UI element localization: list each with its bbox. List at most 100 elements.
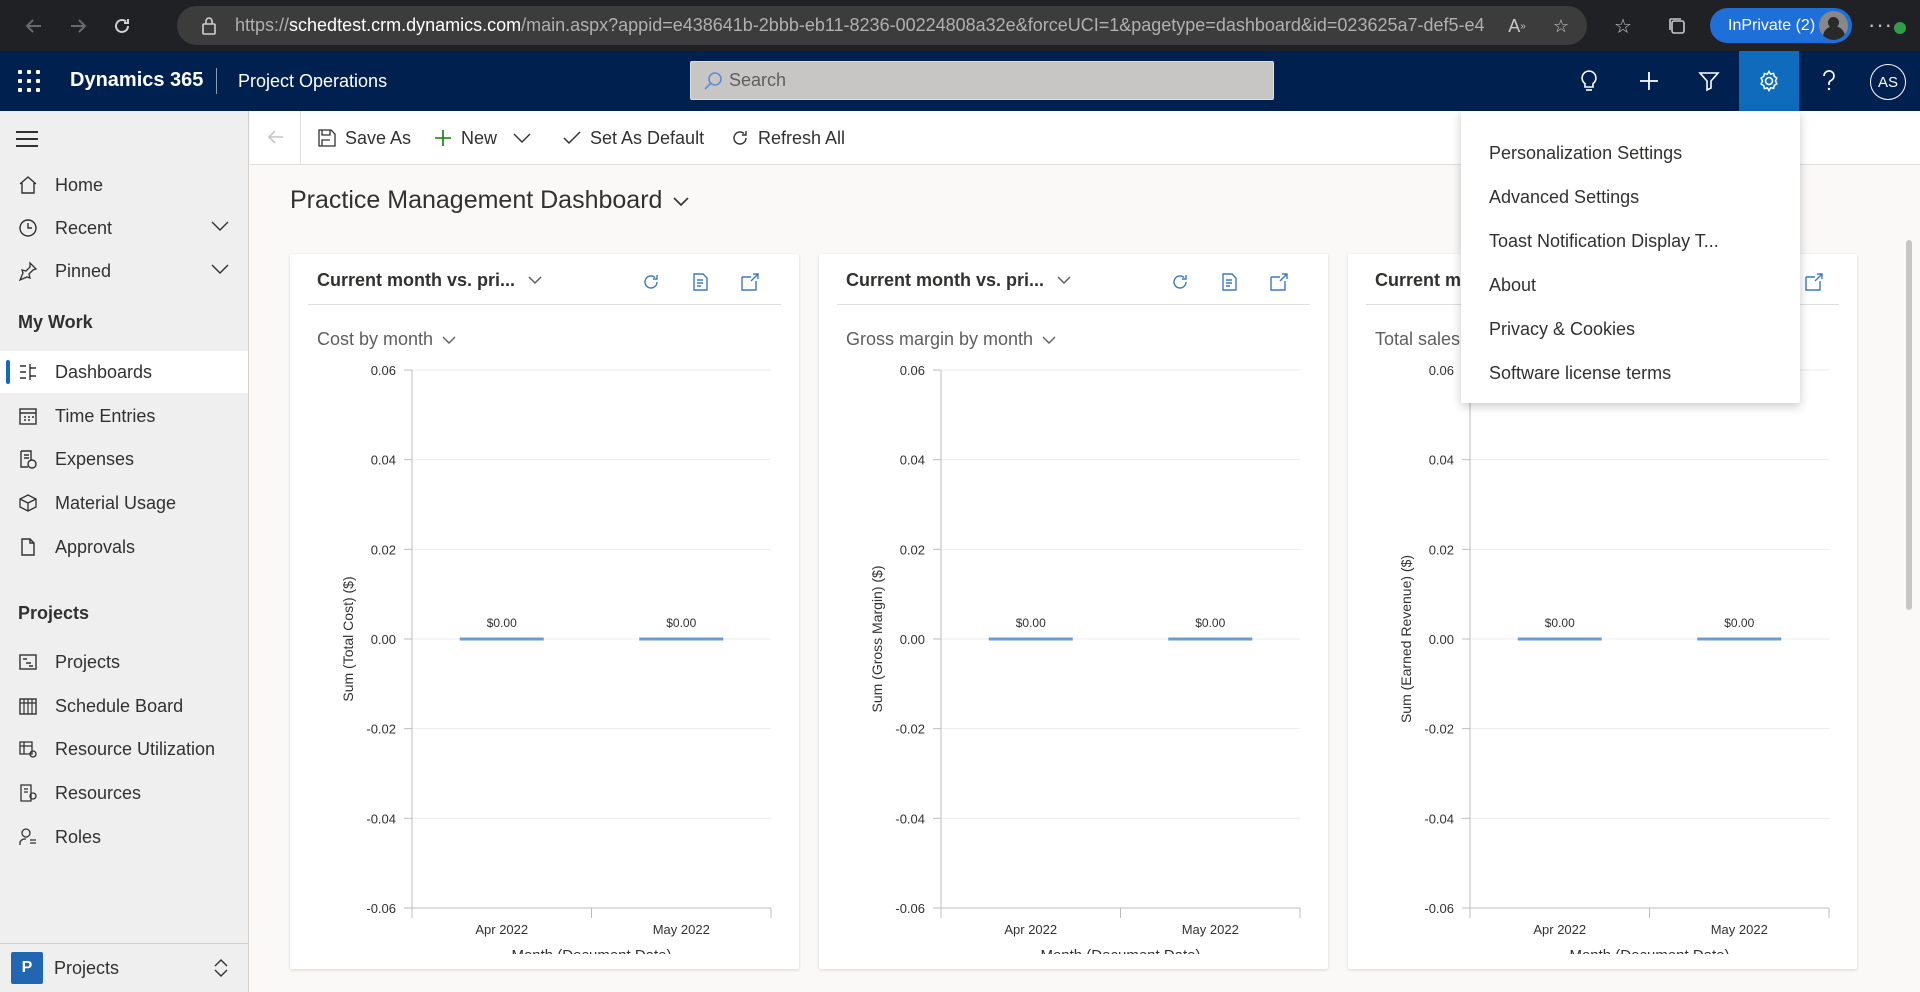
dashboard-icon — [17, 361, 39, 383]
sidebar-item-schedule-board[interactable]: Schedule Board — [0, 685, 248, 727]
y-tick-label: 0.00 — [1429, 632, 1454, 647]
bar[interactable] — [1168, 637, 1253, 641]
chart-card-cost: Current month vs. pri... Cost by month 0.0… — [290, 254, 799, 969]
refresh-icon[interactable] — [1168, 270, 1192, 294]
expand-chart-icon[interactable] — [1267, 270, 1291, 294]
back-arrow-icon[interactable] — [266, 127, 286, 147]
menu-item-software-license[interactable]: Software license terms — [1461, 351, 1800, 395]
hamburger-menu-icon[interactable] — [16, 131, 38, 152]
vertical-scrollbar[interactable] — [1906, 240, 1912, 610]
chart-subtitle: Total sales — [1375, 329, 1461, 349]
browser-toolbar: https://schedtest.crm.dynamics.com/main.… — [0, 0, 1920, 51]
sidebar-item-roles[interactable]: Roles — [0, 816, 248, 858]
y-tick-label: 0.02 — [371, 542, 396, 557]
collections-icon[interactable] — [1664, 13, 1690, 39]
sidebar-item-dashboards[interactable]: Dashboards — [0, 351, 248, 393]
read-aloud-icon[interactable]: A» — [1505, 14, 1529, 38]
y-tick-label: 0.00 — [900, 632, 925, 647]
sidebar-item-label: Expenses — [55, 448, 135, 469]
area-label: Projects — [54, 957, 120, 978]
sidebar-item-label: Material Usage — [55, 492, 177, 513]
help-icon[interactable] — [1799, 51, 1859, 111]
bar[interactable] — [459, 637, 544, 641]
new-label: New — [461, 127, 498, 148]
url-text[interactable]: https://schedtest.crm.dynamics.com/main.… — [235, 15, 1485, 36]
sidebar-item-approvals[interactable]: Approvals — [0, 526, 248, 568]
expenses-icon — [17, 448, 39, 470]
bar[interactable] — [639, 637, 724, 641]
user-avatar[interactable]: AS — [1870, 64, 1906, 100]
gear-icon[interactable] — [1739, 51, 1799, 111]
module-name[interactable]: Project Operations — [238, 71, 387, 92]
save-as-label: Save As — [345, 127, 412, 148]
chart-view-selector[interactable]: Cost by month — [317, 329, 457, 350]
menu-item-advanced-settings[interactable]: Advanced Settings — [1461, 175, 1800, 219]
address-bar[interactable]: https://schedtest.crm.dynamics.com/main.… — [177, 6, 1587, 45]
chevron-down-icon — [528, 276, 542, 285]
app-name[interactable]: Dynamics 365 — [70, 69, 203, 92]
y-tick-label: -0.04 — [895, 811, 925, 826]
save-as-button[interactable]: Save As — [317, 111, 411, 165]
expand-chart-icon[interactable] — [738, 270, 762, 294]
sitemap-sidebar: Home Recent Pinned My Work Dashboards Ti… — [0, 111, 249, 992]
area-tile: P — [11, 952, 43, 984]
view-records-icon[interactable] — [1218, 270, 1242, 294]
new-button[interactable]: New — [433, 111, 497, 165]
dashboard-selector[interactable]: Practice Management Dashboard — [290, 186, 690, 215]
global-search[interactable] — [690, 61, 1274, 100]
inprivate-button[interactable]: InPrivate (2) — [1710, 8, 1852, 43]
sidebar-item-pinned[interactable]: Pinned — [0, 250, 248, 292]
sidebar-item-time-entries[interactable]: Time Entries — [0, 395, 248, 437]
sidebar-item-expenses[interactable]: Expenses — [0, 438, 248, 480]
bar[interactable] — [1697, 637, 1782, 641]
search-input[interactable] — [729, 70, 1249, 91]
chart-header[interactable]: Current month vs. pri... — [317, 254, 543, 306]
lock-icon[interactable] — [201, 16, 217, 35]
add-favorite-icon[interactable]: ☆ — [1549, 14, 1573, 38]
menu-item-about[interactable]: About — [1461, 263, 1800, 307]
chart-view-selector[interactable]: Gross margin by month — [846, 329, 1057, 350]
bar[interactable] — [988, 637, 1073, 641]
new-dropdown-button[interactable] — [512, 111, 540, 165]
card-divider — [837, 304, 1310, 305]
view-records-icon[interactable] — [689, 270, 713, 294]
sidebar-item-projects[interactable]: Projects — [0, 641, 248, 683]
sidebar-item-material-usage[interactable]: Material Usage — [0, 482, 248, 524]
sidebar-item-label: Approvals — [55, 536, 136, 557]
favorites-icon[interactable]: ☆ — [1610, 13, 1636, 39]
bar[interactable] — [1517, 637, 1602, 641]
menu-item-toast-notification[interactable]: Toast Notification Display T... — [1461, 219, 1800, 263]
back-arrow-icon[interactable] — [12, 4, 56, 48]
chevron-down-icon[interactable] — [210, 219, 230, 233]
plus-icon[interactable] — [1619, 51, 1679, 111]
y-tick-label: -0.02 — [366, 722, 396, 737]
y-tick-label: 0.02 — [1429, 542, 1454, 557]
set-as-default-button[interactable]: Set As Default — [562, 111, 704, 165]
sidebar-item-resource-utilization[interactable]: Resource Utilization — [0, 728, 248, 770]
sidebar-item-resources[interactable]: Resources — [0, 772, 248, 814]
chevron-down-icon[interactable] — [210, 262, 230, 276]
refresh-icon[interactable] — [639, 270, 663, 294]
schedule-board-icon — [17, 695, 39, 717]
menu-item-privacy-cookies[interactable]: Privacy & Cookies — [1461, 307, 1800, 351]
app-launcher-icon[interactable] — [18, 70, 40, 92]
expand-chart-icon[interactable] — [1802, 270, 1826, 294]
chart-header[interactable]: Current month vs. pri... — [846, 254, 1072, 306]
chart-subtitle: Cost by month — [317, 329, 434, 349]
forward-arrow-icon[interactable] — [56, 4, 100, 48]
more-options-icon[interactable]: ··· — [1868, 12, 1906, 38]
bar-chart: 0.06 0.04 0.02 0.00 -0.02 -0.04 -0.06 $0.00 Apr … — [1398, 363, 1830, 954]
reload-icon[interactable] — [100, 4, 144, 48]
filter-icon[interactable] — [1679, 51, 1739, 111]
menu-item-personalization-settings[interactable]: Personalization Settings — [1461, 131, 1800, 175]
x-tick-label: May 2022 — [653, 922, 710, 937]
sidebar-item-home[interactable]: Home — [0, 164, 248, 206]
save-as-icon — [318, 129, 336, 147]
lightbulb-icon[interactable] — [1559, 51, 1619, 111]
sidebar-item-recent[interactable]: Recent — [0, 207, 248, 249]
y-tick-label: -0.02 — [895, 722, 925, 737]
url-path: /main.aspx?appid=e438641b-2bbb-eb11-8236… — [521, 15, 1485, 35]
refresh-all-button[interactable]: Refresh All — [730, 111, 845, 165]
chart-card-gross-margin: Current month vs. pri... Gross margin by … — [819, 254, 1328, 969]
area-switcher[interactable]: P Projects — [0, 943, 248, 992]
